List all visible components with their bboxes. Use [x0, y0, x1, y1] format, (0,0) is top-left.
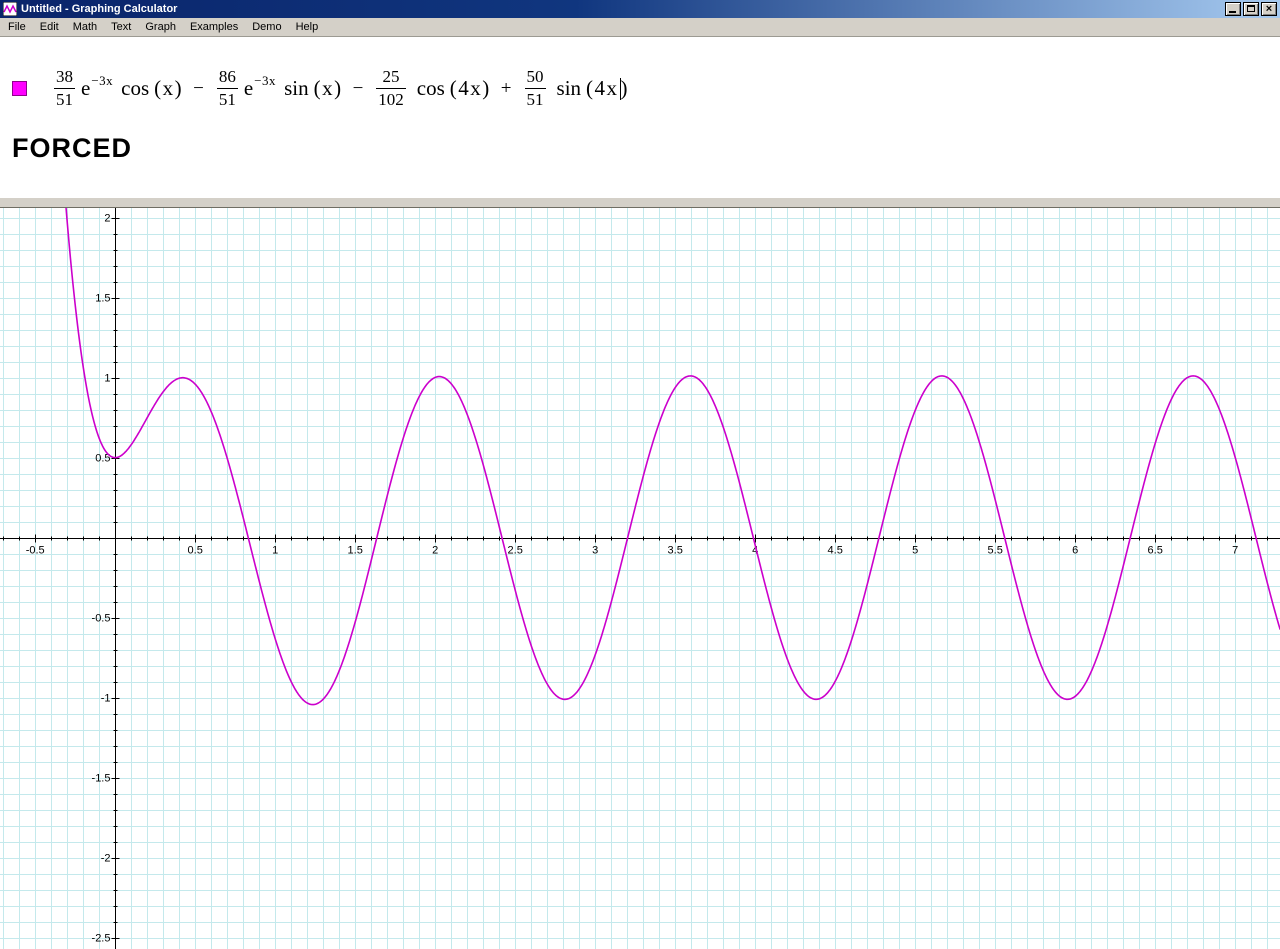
- svg-text:7: 7: [1232, 545, 1238, 557]
- panel-splitter[interactable]: [0, 197, 1280, 208]
- function-name: sin: [556, 76, 582, 101]
- minimize-button[interactable]: [1225, 2, 1241, 16]
- fraction-denominator: 51: [218, 90, 236, 110]
- menu-graph[interactable]: Graph: [138, 19, 183, 36]
- exponent: −3x: [91, 72, 114, 88]
- y-tick-labels: -2.5-2-1.5-1-0.50.511.52: [92, 213, 111, 945]
- equation-term: 86 51 e −3x sin (x): [214, 67, 343, 111]
- operator-minus: −: [352, 77, 364, 99]
- menu-demo[interactable]: Demo: [245, 19, 288, 36]
- window-controls: ×: [1225, 2, 1277, 16]
- axes: [0, 208, 1280, 949]
- svg-text:4.5: 4.5: [828, 545, 843, 557]
- euler-e: e: [243, 76, 254, 101]
- app-window: Untitled - Graphing Calculator × File Ed…: [0, 0, 1280, 949]
- minimize-icon: [1229, 11, 1236, 13]
- fraction-bar: [376, 88, 406, 90]
- menu-text[interactable]: Text: [104, 19, 138, 36]
- graph-panel: -0.5 0.5 1 1.5 2 2.5 3 3.5 4 4.5 5 5.5 6 6.5 7 -2.5 -2 -1…: [0, 208, 1280, 949]
- fraction-bar: [216, 88, 238, 90]
- function-argument: (x): [313, 76, 343, 101]
- fraction-numerator: 38: [56, 67, 73, 86]
- window-title: Untitled - Graphing Calculator: [21, 3, 178, 15]
- function-argument: (4x): [449, 76, 491, 101]
- close-icon: ×: [1265, 3, 1273, 15]
- svg-text:5.5: 5.5: [988, 545, 1003, 557]
- fraction: 38 51: [54, 67, 75, 111]
- fraction-denominator: 102: [378, 90, 404, 110]
- fraction-denominator: 51: [56, 90, 73, 110]
- menu-help[interactable]: Help: [289, 19, 326, 36]
- graph-canvas[interactable]: -0.5 0.5 1 1.5 2 2.5 3 3.5 4 4.5 5 5.5 6 6.5 7-2.5-2-1…: [0, 208, 1280, 949]
- menu-examples[interactable]: Examples: [183, 19, 245, 36]
- svg-text:1: 1: [104, 373, 110, 385]
- annotation-text[interactable]: FORCED: [12, 133, 1280, 164]
- fraction: 50 51: [524, 67, 546, 111]
- svg-text:-1.5: -1.5: [92, 773, 111, 785]
- svg-text:2: 2: [432, 545, 438, 557]
- fraction-numerator: 50: [526, 67, 544, 86]
- menu-bar: File Edit Math Text Graph Examples Demo …: [0, 18, 1280, 37]
- svg-text:0.5: 0.5: [188, 545, 203, 557]
- function-argument: (4x: [586, 76, 619, 101]
- app-icon: [3, 2, 17, 16]
- exponent: −3x: [254, 72, 277, 88]
- euler-e: e: [81, 76, 91, 101]
- fraction: 86 51: [216, 67, 238, 111]
- function-name: sin: [284, 76, 309, 101]
- restore-button[interactable]: [1243, 2, 1259, 16]
- fraction-denominator: 51: [526, 90, 544, 110]
- function-argument: (x): [154, 76, 184, 101]
- equation-term: 38 51 e −3x cos (x): [51, 67, 183, 111]
- svg-text:-0.5: -0.5: [92, 613, 111, 625]
- equation-term: 50 51 sin (4x ): [522, 67, 630, 111]
- svg-text:5: 5: [912, 545, 918, 557]
- svg-text:2: 2: [104, 213, 110, 225]
- equation-panel: 38 51 e −3x cos (x) − 86 51 e −3x sin (x…: [0, 37, 1280, 197]
- svg-text:-2.5: -2.5: [92, 933, 111, 945]
- fraction-bar: [54, 88, 75, 90]
- svg-text:3.5: 3.5: [668, 545, 683, 557]
- svg-text:1: 1: [272, 545, 278, 557]
- equation-color-swatch[interactable]: [12, 81, 27, 97]
- equation[interactable]: 38 51 e −3x cos (x) − 86 51 e −3x sin (x…: [51, 67, 629, 111]
- fraction-numerator: 86: [218, 67, 236, 86]
- menu-edit[interactable]: Edit: [33, 19, 66, 36]
- fraction-numerator: 25: [382, 67, 400, 86]
- function-name: cos: [121, 76, 150, 101]
- operator-plus: +: [500, 77, 512, 99]
- function-name: cos: [416, 76, 445, 101]
- grid-lines: [0, 208, 1280, 949]
- svg-text:1.5: 1.5: [348, 545, 363, 557]
- svg-text:1.5: 1.5: [95, 293, 110, 305]
- fraction-bar: [524, 88, 546, 90]
- svg-text:6: 6: [1072, 545, 1078, 557]
- operator-minus: −: [193, 77, 204, 99]
- restore-icon: [1247, 5, 1255, 12]
- menu-file[interactable]: File: [1, 19, 33, 36]
- equation-term: 25 102 cos (4x): [373, 67, 491, 111]
- svg-text:6.5: 6.5: [1148, 545, 1163, 557]
- fraction: 25 102: [376, 67, 406, 111]
- function-argument-close: ): [620, 76, 630, 101]
- close-button[interactable]: ×: [1261, 2, 1277, 16]
- menu-math[interactable]: Math: [66, 19, 104, 36]
- svg-text:3: 3: [592, 545, 598, 557]
- svg-text:-1: -1: [101, 693, 111, 705]
- title-bar[interactable]: Untitled - Graphing Calculator ×: [0, 0, 1280, 18]
- svg-text:-2: -2: [101, 853, 111, 865]
- equation-row[interactable]: 38 51 e −3x cos (x) − 86 51 e −3x sin (x…: [12, 67, 1280, 111]
- svg-text:-0.5: -0.5: [26, 545, 45, 557]
- svg-text:2.5: 2.5: [508, 545, 523, 557]
